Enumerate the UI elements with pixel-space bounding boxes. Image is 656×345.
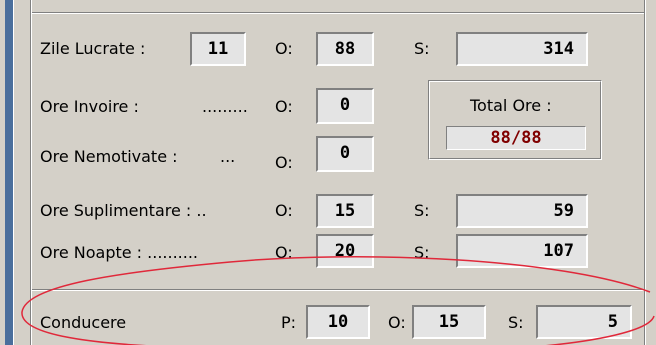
hours-summary-panel: Zile Lucrate : 11 O: 88 S: 314 Ore Invoi… bbox=[0, 0, 656, 345]
ore-noapte-label: Ore Noapte : .......... bbox=[40, 243, 199, 262]
suplimentare-s-field[interactable]: 59 bbox=[456, 194, 588, 228]
invoire-o-label: O: bbox=[275, 97, 293, 116]
invoire-o-field[interactable]: 0 bbox=[316, 88, 374, 124]
conducere-o-label: O: bbox=[388, 313, 406, 332]
conducere-separator-light bbox=[32, 290, 644, 291]
zile-lucrate-field[interactable]: 11 bbox=[190, 32, 246, 66]
ore-nemotivate-label: Ore Nemotivate : bbox=[40, 147, 178, 166]
suplimentare-s-label: S: bbox=[414, 201, 430, 220]
window-frame-band bbox=[5, 0, 13, 345]
ore-invoire-dots: ......... bbox=[202, 97, 248, 116]
nemotivate-o-label: O: bbox=[275, 153, 293, 172]
ore-suplimentare-label: Ore Suplimentare : .. bbox=[40, 201, 207, 220]
zile-lucrate-label: Zile Lucrate : bbox=[40, 39, 146, 58]
noapte-o-field[interactable]: 20 bbox=[316, 234, 374, 268]
window-frame-inner bbox=[14, 0, 16, 345]
conducere-o-field[interactable]: 15 bbox=[412, 305, 486, 339]
conducere-s-label: S: bbox=[508, 313, 524, 332]
total-ore-value: 88/88 bbox=[446, 126, 586, 150]
conducere-label: Conducere bbox=[40, 313, 127, 332]
suplimentare-o-field[interactable]: 15 bbox=[316, 194, 374, 228]
zile-s-field[interactable]: 314 bbox=[456, 32, 588, 66]
zile-s-label: S: bbox=[414, 39, 430, 58]
total-ore-label: Total Ore : bbox=[470, 96, 552, 115]
noapte-o-label: O: bbox=[275, 243, 293, 262]
suplimentare-o-label: O: bbox=[275, 201, 293, 220]
conducere-p-field[interactable]: 10 bbox=[306, 305, 370, 339]
panel-border-right-light bbox=[645, 0, 646, 345]
conducere-s-field[interactable]: 5 bbox=[536, 305, 632, 339]
noapte-s-label: S: bbox=[414, 243, 430, 262]
zile-o-label: O: bbox=[275, 39, 293, 58]
ore-invoire-label: Ore Invoire : bbox=[40, 97, 139, 116]
ore-nemotivate-dots: ... bbox=[220, 147, 236, 166]
panel-border-left-light bbox=[31, 0, 32, 345]
top-separator-light bbox=[32, 13, 644, 14]
nemotivate-o-field[interactable]: 0 bbox=[316, 136, 374, 172]
conducere-p-label: P: bbox=[281, 313, 297, 332]
noapte-s-field[interactable]: 107 bbox=[456, 234, 588, 268]
zile-o-field[interactable]: 88 bbox=[316, 32, 374, 66]
